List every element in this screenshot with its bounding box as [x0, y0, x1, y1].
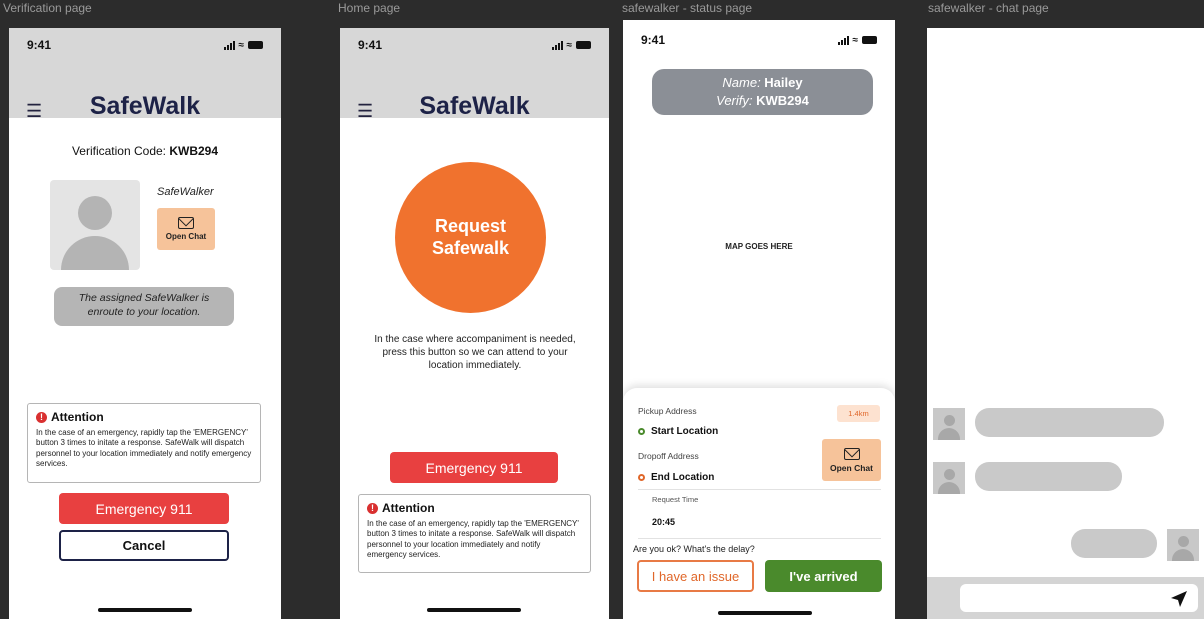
send-icon[interactable] — [1170, 590, 1188, 608]
avatar-body — [61, 236, 129, 270]
end-dot-icon — [638, 474, 645, 481]
walker-verify: Verify: KWB294 — [652, 92, 873, 110]
chat-phone — [927, 28, 1204, 619]
frame-label-home: Home page — [338, 1, 401, 15]
open-chat-label: Open Chat — [830, 462, 873, 473]
open-chat-button[interactable]: Open Chat — [157, 208, 215, 250]
request-time-value: 20:45 — [652, 517, 676, 527]
avatar-icon — [933, 462, 965, 494]
open-chat-label: Open Chat — [165, 232, 207, 241]
attention-body: In the case of an emergency, rapidly tap… — [36, 428, 252, 469]
app-logo: SafeWalk — [89, 92, 201, 120]
home-indicator — [98, 608, 192, 612]
request-description: In the case where accompaniment is neede… — [374, 334, 576, 371]
frame-label-status: safewalker - status page — [622, 1, 753, 15]
incoming-message-bubble — [975, 462, 1122, 491]
verification-code-value: KWB294 — [169, 144, 219, 158]
status-time: 9:41 — [358, 38, 383, 52]
end-location-label: End Location — [651, 472, 715, 483]
frame-label-chat: safewalker - chat page — [928, 1, 1049, 15]
emergency-button[interactable]: Emergency 911 — [59, 493, 229, 524]
avatar-icon — [1167, 529, 1199, 561]
avatar-head — [78, 196, 112, 230]
signal-icon — [837, 35, 849, 45]
request-line-2: Safewalk — [431, 237, 510, 258]
issue-button[interactable]: I have an issue — [637, 560, 754, 592]
cancel-button[interactable]: Cancel — [59, 530, 229, 561]
status-bar: 9:41 ≈ — [623, 23, 895, 57]
status-phone: 9:41 ≈ Name: Hailey Verify: KWB294 MAP G… — [623, 20, 895, 619]
divider — [638, 489, 881, 490]
start-location-label: Start Location — [651, 426, 719, 437]
status-message: The assigned SafeWalker is enroute to yo… — [54, 287, 234, 326]
end-location: End Location — [638, 472, 714, 483]
attention-box: ! Attention In the case of an emergency,… — [358, 494, 591, 573]
home-indicator — [718, 611, 812, 615]
signal-icon — [551, 40, 563, 50]
request-time-label: Request Time — [652, 495, 699, 504]
request-safewalk-button[interactable]: Request Safewalk — [395, 162, 546, 313]
status-bar: 9:41 ≈ — [340, 28, 609, 62]
chat-input-bar — [927, 577, 1204, 619]
emergency-button[interactable]: Emergency 911 — [390, 452, 558, 483]
frame-label-verification: Verification page — [3, 1, 92, 15]
wifi-icon: ≈ — [852, 34, 859, 46]
status-bar: 9:41 ≈ — [9, 28, 281, 62]
wifi-icon: ≈ — [566, 39, 573, 51]
status-time: 9:41 — [27, 38, 52, 52]
pickup-address-label: Pickup Address — [638, 406, 697, 416]
outgoing-message-bubble — [1071, 529, 1157, 558]
walker-name: Name: Hailey — [652, 74, 873, 92]
divider — [638, 538, 881, 539]
walker-verify-label: Verify: — [716, 92, 757, 108]
attention-box: ! Attention In the case of an emergency,… — [27, 403, 261, 483]
home-phone: 9:41 ≈ ☰ SafeWalk Request Safewalk In th… — [340, 28, 609, 619]
trip-details-panel: Pickup Address 1.4km Start Location Drop… — [623, 388, 895, 619]
open-chat-button[interactable]: Open Chat — [822, 439, 881, 481]
attention-title: Attention — [382, 501, 435, 515]
status-icons: ≈ — [837, 34, 877, 46]
alert-icon: ! — [367, 502, 378, 514]
walker-info-card: Name: Hailey Verify: KWB294 — [652, 69, 873, 115]
request-line-1: Request — [434, 215, 506, 236]
envelope-icon — [178, 217, 194, 229]
status-time: 9:41 — [641, 33, 666, 47]
battery-icon — [576, 41, 591, 49]
walker-name-label: Name: — [722, 75, 765, 90]
walker-verify-value: KWB294 — [756, 92, 809, 108]
battery-icon — [862, 36, 877, 44]
alert-icon: ! — [36, 411, 47, 423]
start-dot-icon — [638, 428, 645, 435]
attention-header: ! Attention — [367, 501, 582, 515]
signal-icon — [223, 40, 235, 50]
map-placeholder: MAP GOES HERE — [725, 242, 793, 251]
attention-header: ! Attention — [36, 410, 252, 424]
status-icons: ≈ — [551, 39, 591, 51]
safewalker-label: SafeWalker — [157, 186, 214, 198]
arrived-button[interactable]: I've arrived — [765, 560, 882, 592]
start-location: Start Location — [638, 426, 718, 437]
status-icons: ≈ — [223, 39, 263, 51]
avatar-icon — [933, 408, 965, 440]
envelope-icon — [843, 447, 860, 460]
verification-phone: 9:41 ≈ ☰ SafeWalk Verification Code: KWB… — [9, 28, 281, 619]
distance-badge: 1.4km — [837, 405, 880, 422]
safewalker-avatar — [50, 180, 140, 270]
verification-code: Verification Code: KWB294 — [9, 144, 281, 158]
home-indicator — [427, 608, 521, 612]
walker-name-value: Hailey — [764, 75, 803, 90]
verification-code-label: Verification Code: — [71, 144, 170, 158]
incoming-message-bubble — [975, 408, 1164, 437]
attention-body: In the case of an emergency, rapidly tap… — [367, 519, 579, 560]
battery-icon — [248, 41, 263, 49]
app-logo: SafeWalk — [419, 92, 530, 120]
wifi-icon: ≈ — [238, 39, 245, 51]
attention-title: Attention — [51, 410, 104, 424]
dropoff-address-label: Dropoff Address — [638, 451, 699, 461]
chat-input[interactable] — [960, 584, 1198, 612]
delay-prompt: Are you ok? What's the delay? — [633, 544, 755, 554]
